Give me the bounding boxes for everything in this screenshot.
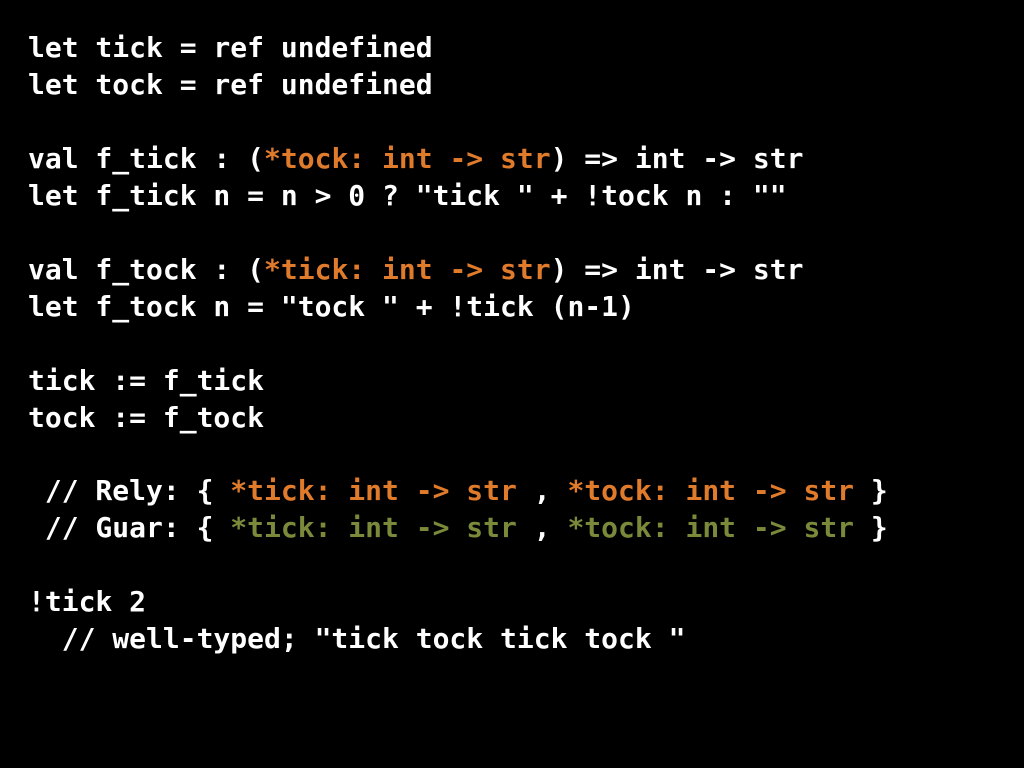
- code-line-part: ) => int -> str: [551, 142, 804, 175]
- code-line: let tick = ref undefined: [28, 31, 433, 64]
- code-line: let f_tick n = n > 0 ? "tick " + !tock n…: [28, 179, 787, 212]
- comment-part: // Rely: {: [28, 474, 230, 507]
- code-slide: let tick = ref undefined let tock = ref …: [0, 0, 1024, 768]
- code-line: !tick 2: [28, 585, 146, 618]
- code-line: tick := f_tick: [28, 364, 264, 397]
- code-line: let tock = ref undefined: [28, 68, 433, 101]
- rely-type: *tick: int -> str: [230, 474, 517, 507]
- code-line-part: val f_tock : (: [28, 253, 264, 286]
- guar-type: *tock: int -> str: [567, 511, 854, 544]
- code-line: tock := f_tock: [28, 401, 264, 434]
- type-annotation: *tick: int -> str: [264, 253, 551, 286]
- comment-part: }: [854, 511, 888, 544]
- code-line-part: ) => int -> str: [551, 253, 804, 286]
- comment-part: ,: [517, 511, 568, 544]
- type-annotation: *tock: int -> str: [264, 142, 551, 175]
- code-line: let f_tock n = "tock " + !tick (n-1): [28, 290, 635, 323]
- comment-part: ,: [517, 474, 568, 507]
- guar-type: *tick: int -> str: [230, 511, 517, 544]
- rely-type: *tock: int -> str: [567, 474, 854, 507]
- comment-part: // Guar: {: [28, 511, 230, 544]
- comment-line: // well-typed; "tick tock tick tock ": [28, 622, 685, 655]
- comment-part: }: [854, 474, 888, 507]
- code-line-part: val f_tick : (: [28, 142, 264, 175]
